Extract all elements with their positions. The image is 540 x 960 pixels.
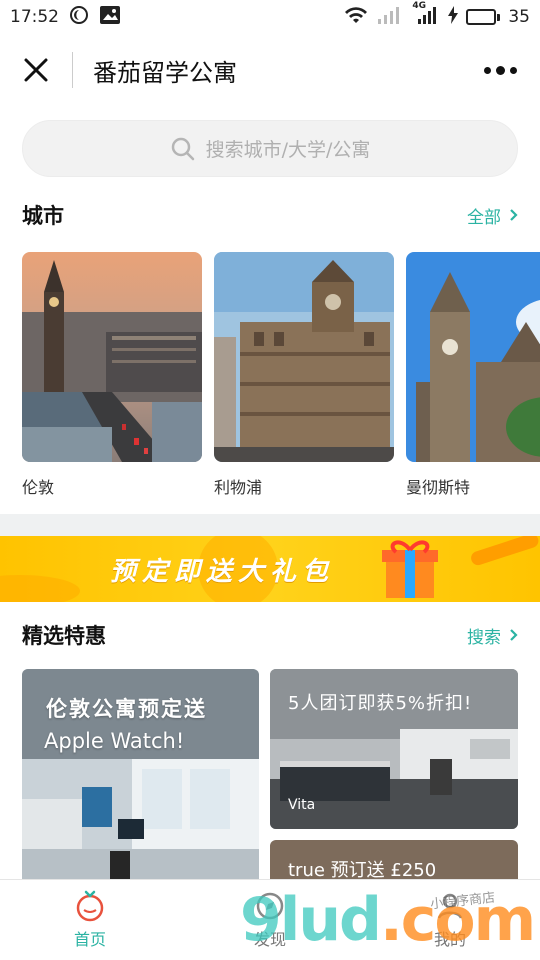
- more-dot-icon: [483, 66, 491, 74]
- battery-icon: [466, 9, 501, 25]
- charging-icon: [448, 5, 459, 29]
- tab-profile[interactable]: 我的: [360, 880, 540, 960]
- nav-bar: 番茄留学公寓: [0, 34, 540, 106]
- moon-icon: [69, 5, 89, 30]
- city-card-liverpool[interactable]: 利物浦: [214, 252, 394, 498]
- city-card-manchester[interactable]: 曼彻斯特: [406, 252, 540, 498]
- deal-headline: 伦敦公寓预定送: [46, 697, 207, 721]
- city-carousel[interactable]: 伦敦 利物浦 曼彻斯特: [22, 252, 540, 500]
- status-bar: 17:52 4G 35: [0, 0, 540, 34]
- close-button[interactable]: [0, 34, 72, 106]
- user-icon: [437, 893, 463, 919]
- tab-home[interactable]: 首页: [0, 880, 180, 960]
- city-name: 曼彻斯特: [406, 478, 471, 497]
- city-photo-manchester: [406, 252, 540, 462]
- signal-4g-icon: 4G: [412, 1, 440, 30]
- search-placeholder: 搜索城市/大学/公寓: [205, 139, 371, 161]
- more-button[interactable]: [460, 34, 540, 106]
- deals-search-link[interactable]: 搜索: [467, 623, 518, 648]
- tab-label: 我的: [433, 930, 466, 949]
- tab-bar: 首页 发现 我的: [0, 879, 540, 960]
- image-notification-icon: [99, 5, 121, 30]
- deals-title: 精选特惠: [22, 624, 106, 648]
- search-input[interactable]: 搜索城市/大学/公寓: [22, 120, 518, 177]
- wifi-icon: [344, 5, 368, 30]
- deal-headline: true 预订送 £250: [288, 860, 437, 879]
- more-dot-icon: [509, 66, 517, 74]
- tab-label: 发现: [253, 930, 286, 949]
- network-label: 4G: [412, 0, 427, 11]
- promo-banner[interactable]: 预定即送大礼包: [0, 536, 540, 602]
- more-dot-icon: [495, 65, 505, 75]
- city-card-london[interactable]: 伦敦: [22, 252, 202, 498]
- deal-card-true[interactable]: true 预订送 £250: [270, 840, 518, 879]
- cities-title: 城市: [22, 204, 64, 228]
- search-icon: [171, 137, 194, 160]
- cities-all-link[interactable]: 全部: [467, 203, 518, 228]
- deal-brand: Vita: [288, 797, 316, 813]
- city-name: 利物浦: [214, 478, 263, 497]
- chevron-right-icon: [510, 629, 518, 641]
- tab-label: 首页: [73, 930, 106, 949]
- compass-icon: [256, 892, 284, 920]
- cities-header: 城市 全部: [0, 200, 540, 230]
- city-photo-liverpool: [214, 252, 394, 462]
- deals-header: 精选特惠 搜索: [0, 620, 540, 650]
- battery-percent: 35: [508, 7, 530, 27]
- tab-discover[interactable]: 发现: [180, 880, 360, 960]
- gift-box-icon: [382, 548, 438, 598]
- city-photo-london: [22, 252, 202, 462]
- status-time: 17:52: [10, 7, 59, 27]
- close-icon: [24, 58, 48, 82]
- deals-search-label: 搜索: [467, 627, 501, 648]
- city-name: 伦敦: [22, 478, 55, 497]
- signal-weak-icon: [376, 5, 404, 30]
- nav-divider: [72, 52, 73, 88]
- banner-text: 预定即送大礼包: [110, 557, 335, 587]
- cities-all-label: 全部: [467, 207, 501, 228]
- deal-card-group[interactable]: 5人团订即获5%折扣! Vita: [270, 669, 518, 829]
- deal-headline: 5人团订即获5%折扣!: [288, 693, 473, 714]
- page-title: 番茄留学公寓: [93, 58, 237, 87]
- deal-card-london[interactable]: 伦敦公寓预定送 Apple Watch!: [22, 669, 259, 879]
- tomato-home-icon: [76, 890, 104, 922]
- section-divider: [0, 514, 540, 536]
- deals-grid: 伦敦公寓预定送 Apple Watch! 5人团订即获5%折扣! Vita tr…: [22, 669, 518, 879]
- deal-subline: Apple Watch!: [44, 729, 185, 753]
- chevron-right-icon: [510, 209, 518, 221]
